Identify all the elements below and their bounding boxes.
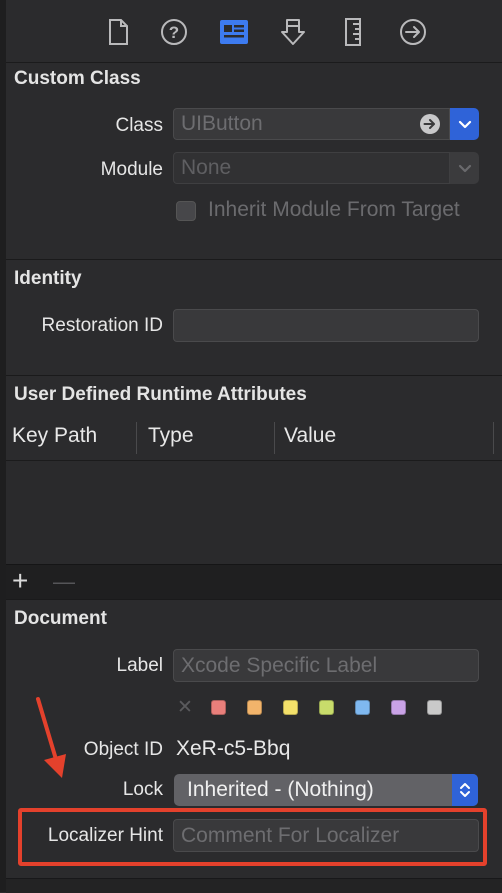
inspector-toolbar: ? — [6, 0, 502, 63]
add-attribute-button[interactable]: + — [12, 566, 28, 596]
class-placeholder: UIButton — [181, 112, 263, 135]
column-divider — [493, 422, 494, 454]
runtime-attributes-title: User Defined Runtime Attributes — [14, 384, 307, 405]
file-icon[interactable] — [100, 14, 136, 50]
size-inspector-icon[interactable] — [335, 14, 371, 50]
svg-text:?: ? — [169, 23, 179, 42]
color-swatch[interactable] — [355, 700, 370, 715]
runtime-attributes-header: Key Path Type Value — [6, 416, 502, 461]
module-dropdown-button[interactable] — [450, 152, 479, 184]
color-swatch[interactable] — [427, 700, 442, 715]
inherit-module-label: Inherit Module From Target — [208, 198, 460, 221]
module-field[interactable]: None — [173, 152, 450, 184]
module-label: Module — [100, 159, 163, 180]
column-key-path[interactable]: Key Path — [12, 424, 97, 448]
runtime-attributes-table[interactable] — [6, 461, 502, 564]
remove-attribute-button[interactable]: — — [53, 567, 75, 597]
column-value[interactable]: Value — [284, 424, 336, 448]
color-swatch[interactable] — [319, 700, 334, 715]
identity-title: Identity — [14, 268, 82, 289]
restoration-id-field[interactable] — [173, 309, 479, 342]
clear-color-label-button[interactable]: ✕ — [177, 697, 193, 719]
lock-label: Lock — [122, 779, 163, 800]
object-id-value: XeR-c5-Bbq — [176, 737, 291, 760]
go-to-class-arrow-icon[interactable] — [419, 113, 441, 135]
color-swatch[interactable] — [283, 700, 298, 715]
help-icon[interactable]: ? — [156, 14, 192, 50]
document-title: Document — [14, 608, 107, 629]
restoration-id-label: Restoration ID — [41, 315, 163, 336]
separator — [6, 375, 502, 376]
inherit-module-checkbox[interactable] — [176, 201, 196, 221]
identity-inspector-icon[interactable] — [216, 14, 252, 50]
bottom-edge — [6, 878, 502, 893]
class-field[interactable]: UIButton — [173, 108, 450, 140]
column-divider — [136, 422, 137, 454]
lock-popup[interactable]: Inherited - (Nothing) — [174, 774, 478, 806]
module-placeholder: None — [181, 156, 232, 179]
column-divider — [274, 422, 275, 454]
separator — [6, 259, 502, 260]
annotation-arrow-icon — [30, 696, 70, 782]
class-dropdown-button[interactable] — [450, 108, 479, 140]
document-label-field[interactable]: Xcode Specific Label — [173, 649, 479, 682]
chevron-down-icon — [458, 120, 471, 128]
connections-inspector-icon[interactable] — [395, 14, 431, 50]
separator — [6, 599, 502, 600]
updown-arrows-icon — [452, 774, 478, 806]
runtime-attributes-footer: + — — [6, 564, 502, 599]
label-label: Label — [116, 655, 164, 676]
column-type[interactable]: Type — [148, 424, 194, 448]
chevron-down-icon — [458, 164, 471, 172]
annotation-highlight-box — [18, 808, 487, 866]
lock-value: Inherited - (Nothing) — [187, 778, 374, 801]
color-swatch[interactable] — [247, 700, 262, 715]
color-swatch[interactable] — [391, 700, 406, 715]
attributes-inspector-icon[interactable] — [275, 14, 311, 50]
custom-class-title: Custom Class — [14, 68, 141, 89]
color-swatch[interactable] — [211, 700, 226, 715]
class-label: Class — [115, 115, 163, 136]
document-label-placeholder: Xcode Specific Label — [181, 653, 378, 677]
